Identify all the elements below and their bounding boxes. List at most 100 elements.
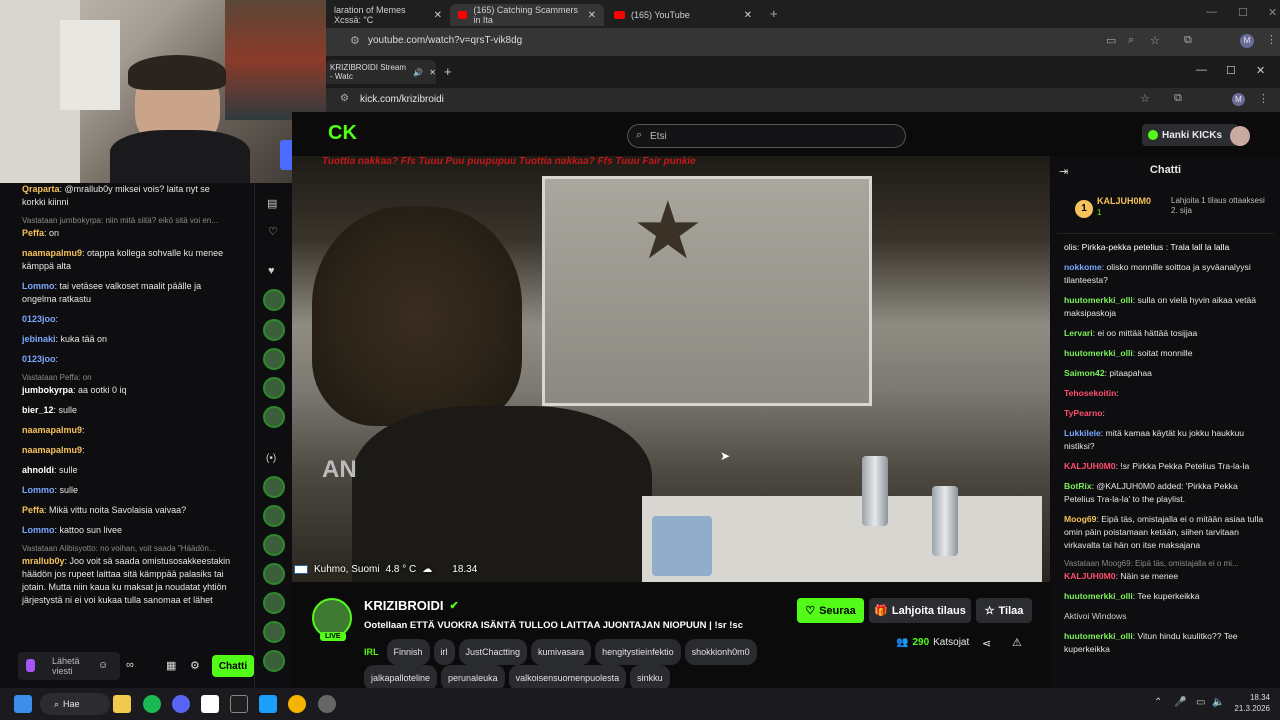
network-icon[interactable]: ▭ — [1196, 697, 1205, 708]
close-icon[interactable]: ✕ — [434, 10, 442, 21]
extensions-icon[interactable]: ⧉ — [1174, 92, 1182, 105]
channel-avatar[interactable] — [263, 621, 285, 643]
chat-username[interactable]: KALJUH0M0 — [1064, 461, 1116, 471]
bookmark-star-icon[interactable]: ☆ — [1140, 92, 1150, 105]
chat-username[interactable]: huutomerkki_olli — [1064, 631, 1133, 641]
category-link[interactable]: IRL — [364, 647, 379, 657]
clock[interactable]: 18.34 21.3.2026 — [1232, 692, 1270, 714]
channel-avatar[interactable] — [263, 319, 285, 341]
channel-avatar[interactable] — [263, 650, 285, 672]
leader-name[interactable]: KALJUH0M0 — [1097, 196, 1151, 206]
chat-username[interactable]: Saimon42 — [1064, 368, 1105, 378]
tab-memes[interactable]: laration of Memes Xcssä: "C ✕ — [326, 4, 450, 26]
channel-avatar[interactable] — [263, 592, 285, 614]
live-broadcast-icon[interactable]: (•) — [266, 453, 276, 464]
chat-username[interactable]: Tehosekoitin — [1064, 388, 1116, 398]
collapse-icon[interactable]: ▤ — [267, 197, 277, 210]
volume-icon[interactable]: 🔈 — [1212, 697, 1224, 708]
extensions-icon[interactable]: ⧉ — [1184, 34, 1192, 47]
gift-sub-button[interactable]: 🎁 Lahjoita tilaus — [869, 598, 971, 623]
chat-username[interactable]: 0123joo — [22, 354, 56, 364]
channel-avatar[interactable] — [263, 534, 285, 556]
background-address-bar[interactable]: ⚙ youtube.com/watch?v=qrsT-vik8dg ▭ ⌕ ☆ … — [326, 28, 1280, 56]
heart-filled-icon[interactable]: ♥ — [268, 265, 275, 277]
chat-username[interactable]: huutomerkki_olli — [1064, 591, 1133, 601]
tag-chip[interactable]: Finnish — [386, 639, 430, 665]
chat-username[interactable]: naamapalmu9 — [22, 248, 82, 258]
chat-username[interactable]: Lukkilele — [1064, 428, 1101, 438]
chat-username[interactable]: KALJUH0M0 — [1064, 571, 1116, 581]
maximize-icon[interactable]: ☐ — [1238, 6, 1248, 19]
heart-icon[interactable]: ♡ — [268, 225, 278, 238]
new-tab-icon[interactable]: + — [444, 64, 452, 79]
chat-send-button[interactable]: Chatti — [212, 655, 254, 677]
tag-chip[interactable]: shokkionh0m0 — [684, 639, 757, 665]
site-info-icon[interactable]: ⚙ — [350, 34, 360, 47]
app-icon[interactable] — [201, 695, 219, 713]
chrome-icon[interactable] — [288, 695, 306, 713]
chat-username[interactable]: TyPearno — [1064, 408, 1103, 418]
app-icon[interactable] — [230, 695, 248, 713]
channel-avatar[interactable] — [263, 377, 285, 399]
chat-username[interactable]: 0123joo — [22, 314, 56, 324]
tag-chip[interactable]: JustChactting — [458, 639, 528, 665]
chat-username[interactable]: naamapalmu9 — [22, 445, 82, 455]
profile-avatar[interactable]: M — [1232, 93, 1245, 106]
chat-username[interactable]: Lervari — [1064, 328, 1093, 338]
channel-avatar[interactable] — [263, 563, 285, 585]
new-tab-icon[interactable]: + — [770, 6, 778, 21]
kick-logo[interactable]: CK — [328, 122, 357, 145]
cast-icon[interactable]: ▭ — [1106, 34, 1116, 47]
get-kicks-button[interactable]: Hanki KICKs — [1142, 124, 1238, 146]
menu-icon[interactable]: ⋮ — [1266, 33, 1277, 46]
close-icon[interactable]: ✕ — [429, 68, 436, 77]
chat-username[interactable]: nokkome — [1064, 262, 1102, 272]
tab-youtube[interactable]: (165) YouTube ✕ — [606, 4, 760, 26]
chat-username[interactable]: Moog69 — [1064, 514, 1096, 524]
bookmark-star-icon[interactable]: ☆ — [1150, 34, 1160, 47]
zoom-icon[interactable]: ⌕ — [1128, 34, 1134, 47]
minimize-icon[interactable]: — — [1206, 6, 1217, 18]
chat-username[interactable]: Lommo — [22, 485, 55, 495]
chat-username[interactable]: Peffa — [22, 228, 44, 238]
tag-chip[interactable]: kumivasara — [531, 639, 592, 665]
tab-kick-stream[interactable]: KRIZIBROIDI Stream - Watc 🔊 ✕ — [326, 60, 436, 84]
store-icon[interactable]: ▦ — [166, 659, 176, 672]
channel-avatar[interactable] — [263, 348, 285, 370]
chat-username[interactable]: BotRix — [1064, 481, 1092, 491]
tag-chip[interactable]: irl — [433, 639, 455, 665]
kick-address-bar[interactable]: ⚙ kick.com/krizibroidi ☆ ⧉ M ⋮ — [326, 88, 1280, 112]
maximize-icon[interactable]: ☐ — [1226, 64, 1236, 77]
video-player[interactable]: Tuottia nakkaa? Ffs Tuuu Puu puupupuu Tu… — [292, 156, 1050, 582]
gift-icon[interactable]: ∞ — [126, 659, 134, 671]
close-icon[interactable]: ✕ — [744, 10, 752, 21]
obs-icon[interactable] — [318, 695, 336, 713]
close-icon[interactable]: ✕ — [588, 10, 596, 21]
follow-button[interactable]: ♡ Seuraa — [797, 598, 864, 623]
tray-chevron-icon[interactable]: ⌃ — [1154, 697, 1162, 708]
tab-catching-scammers[interactable]: (165) Catching Scammers in Ita ✕ — [450, 4, 604, 26]
steam-icon[interactable] — [259, 695, 277, 713]
site-info-icon[interactable]: ⚙ — [340, 93, 349, 104]
settings-gear-icon[interactable]: ⚙ — [190, 659, 200, 672]
share-icon[interactable]: ⋖ — [982, 637, 991, 650]
channel-avatar[interactable] — [263, 406, 285, 428]
chat-username[interactable]: Lommo — [22, 281, 55, 291]
chat-username[interactable]: mrallub0y — [22, 556, 65, 566]
chat-username[interactable]: jebinaki — [22, 334, 56, 344]
chat-username[interactable]: naamapalmu9 — [22, 425, 82, 435]
report-icon[interactable]: ⚠ — [1012, 636, 1022, 649]
subscribe-button[interactable]: ☆ Tilaa — [976, 598, 1032, 623]
mic-icon[interactable] — [26, 659, 35, 672]
spotify-icon[interactable] — [143, 695, 161, 713]
chat-username[interactable]: huutomerkki_olli — [1064, 348, 1133, 358]
discord-icon[interactable] — [172, 695, 190, 713]
menu-icon[interactable]: ⋮ — [1258, 92, 1269, 105]
chat-username[interactable]: huutomerkki_olli — [1064, 295, 1133, 305]
taskbar-search[interactable]: ⌕ Hae — [40, 693, 110, 715]
chat-username[interactable]: Lommo — [22, 525, 55, 535]
minimize-icon[interactable]: — — [1196, 64, 1207, 76]
file-explorer-icon[interactable] — [113, 695, 131, 713]
streamer-name[interactable]: KRIZIBROIDI ✔ — [364, 598, 459, 613]
windows-start-icon[interactable] — [14, 695, 32, 713]
